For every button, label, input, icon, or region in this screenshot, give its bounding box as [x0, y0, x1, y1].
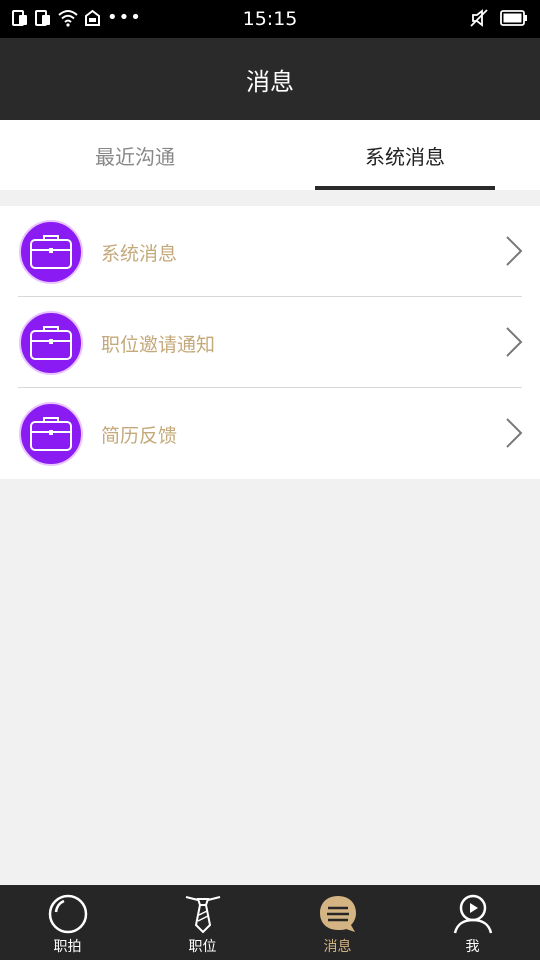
- list-item-resume-feedback[interactable]: 简历反馈: [0, 388, 540, 479]
- list-item-system-messages[interactable]: 系统消息: [0, 206, 540, 297]
- chevron-right-icon: [506, 418, 523, 448]
- list-item-job-invitations[interactable]: 职位邀请通知: [0, 297, 540, 388]
- bottom-tab-bar: 职拍 职位 消息 我: [0, 885, 540, 960]
- briefcase-icon: [30, 235, 72, 269]
- tab-messages[interactable]: 消息: [270, 885, 405, 960]
- status-bar: ••• 15:15: [0, 0, 540, 38]
- tab-jobs[interactable]: 职位: [135, 885, 270, 960]
- profile-icon: [453, 894, 492, 934]
- avatar: [19, 220, 83, 284]
- tab-system-messages[interactable]: 系统消息: [270, 120, 540, 190]
- status-time: 15:15: [242, 8, 298, 30]
- tie-icon: [185, 896, 220, 934]
- status-icons-right: [470, 9, 528, 27]
- list-item-label: 简历反馈: [101, 425, 178, 447]
- list-item-label: 职位邀请通知: [101, 334, 216, 356]
- page-title: 消息: [246, 67, 294, 96]
- tab-me[interactable]: 我: [405, 885, 540, 960]
- tab-label: 我: [465, 939, 480, 955]
- tab-label: 职拍: [53, 939, 82, 955]
- avatar: [19, 402, 83, 466]
- tab-label: 最近沟通: [95, 144, 175, 169]
- tab-label: 消息: [323, 939, 352, 955]
- camera-lens-icon: [48, 894, 87, 934]
- tab-zhipai[interactable]: 职拍: [0, 885, 135, 960]
- tab-strip: 最近沟通 系统消息: [0, 120, 540, 190]
- nav-bar: 消息: [0, 38, 540, 120]
- tab-label: 系统消息: [365, 144, 445, 169]
- active-tab-indicator: [315, 186, 495, 190]
- list-item-label: 系统消息: [101, 243, 178, 265]
- tab-recent-chats[interactable]: 最近沟通: [0, 120, 270, 190]
- briefcase-icon: [30, 326, 72, 360]
- chevron-right-icon: [506, 236, 523, 266]
- mute-icon: [470, 9, 488, 27]
- tab-label: 职位: [188, 939, 217, 955]
- avatar: [19, 311, 83, 375]
- briefcase-icon: [30, 417, 72, 451]
- chevron-right-icon: [506, 327, 523, 357]
- battery-icon: [500, 10, 527, 26]
- chat-bubble-icon: [319, 896, 356, 932]
- message-list: 系统消息 职位邀请通知 简历反馈: [0, 206, 540, 479]
